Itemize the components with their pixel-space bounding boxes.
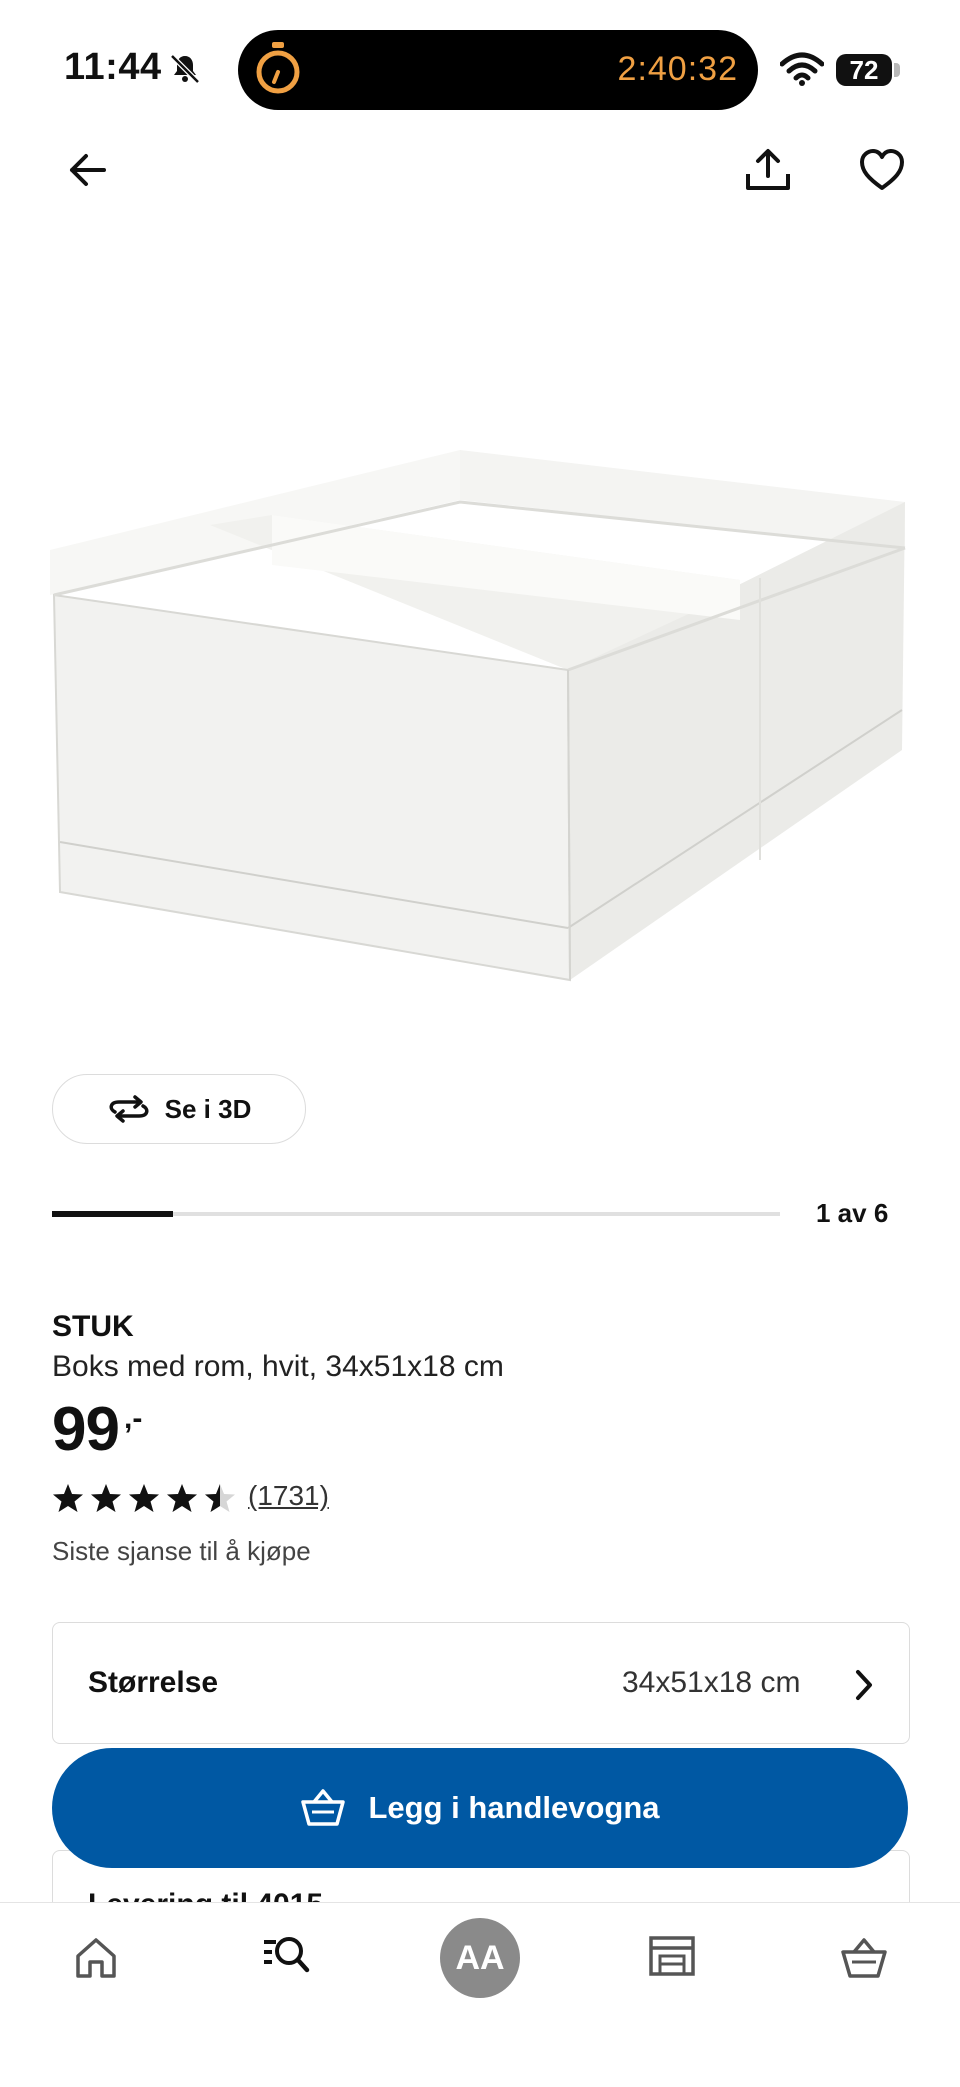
home-icon[interactable]: [72, 1934, 120, 1982]
size-value: 34x51x18 cm: [622, 1666, 801, 1699]
wifi-icon: [780, 52, 824, 86]
view-3d-button[interactable]: Se i 3D: [52, 1074, 306, 1144]
search-list-icon[interactable]: [262, 1932, 310, 1980]
rating-stars[interactable]: [52, 1482, 236, 1514]
battery-tip: [894, 63, 900, 77]
timer-text: 2:40:32: [617, 50, 738, 88]
price-suffix: ,-: [124, 1402, 143, 1435]
star-icon: [205, 1484, 235, 1512]
star-icon: [53, 1484, 83, 1512]
battery-level: 72: [836, 54, 892, 86]
rotate-3d-icon: [109, 1095, 149, 1123]
size-label: Størrelse: [88, 1666, 219, 1699]
product-brand: STUK: [52, 1310, 134, 1343]
status-time: 11:44: [64, 46, 162, 88]
share-icon[interactable]: [744, 146, 792, 194]
store-icon[interactable]: [648, 1932, 696, 1980]
star-icon: [167, 1484, 197, 1512]
basket-icon: [301, 1789, 346, 1826]
view-3d-label: Se i 3D: [164, 1093, 252, 1124]
chevron-right-icon: [856, 1670, 872, 1700]
basket-tab-icon[interactable]: [840, 1934, 888, 1982]
avatar[interactable]: AA: [440, 1918, 520, 1998]
product-price: 99: [52, 1395, 120, 1464]
timer-icon: [256, 42, 300, 94]
product-image[interactable]: [40, 440, 920, 1000]
arrow-left-icon[interactable]: [64, 146, 112, 194]
availability-text: Siste sjanse til å kjøpe: [52, 1536, 311, 1566]
add-to-cart-button[interactable]: Legg i handlevogna: [52, 1748, 908, 1868]
product-description: Boks med rom, hvit, 34x51x18 cm: [52, 1350, 504, 1383]
bell-muted-icon: [170, 54, 200, 84]
star-icon: [129, 1484, 159, 1512]
review-count-link[interactable]: (1731): [248, 1480, 329, 1512]
star-icon: [91, 1484, 121, 1512]
add-to-cart-label: Legg i handlevogna: [368, 1790, 660, 1825]
image-progress-fill: [52, 1211, 173, 1217]
image-counter: 1 av 6: [816, 1198, 889, 1228]
heart-icon[interactable]: [858, 146, 906, 194]
